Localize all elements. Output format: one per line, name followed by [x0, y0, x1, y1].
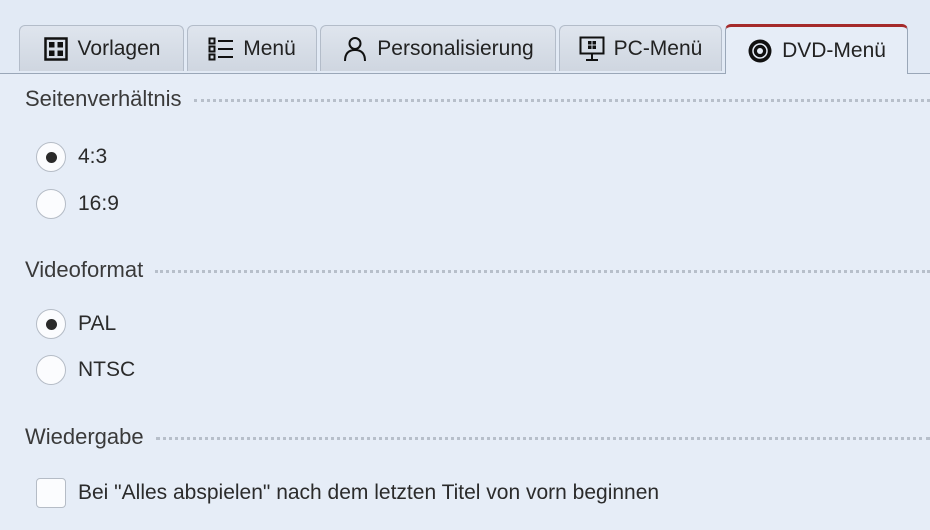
monitor-windows-icon — [579, 36, 605, 62]
tab-bar: Vorlagen Menü Personalisierung PC-Menü D… — [0, 0, 930, 74]
section-divider — [193, 98, 930, 102]
radio-button[interactable] — [36, 355, 66, 385]
section-divider — [155, 269, 930, 273]
checkbox[interactable] — [36, 478, 66, 508]
section-divider — [155, 436, 930, 440]
checkbox-loop-playback[interactable]: Bei "Alles abspielen" nach dem letzten T… — [36, 478, 659, 508]
radio-option-pal[interactable]: PAL — [36, 309, 116, 339]
radio-label: 16:9 — [78, 192, 119, 215]
radio-option-16-9[interactable]: 16:9 — [36, 189, 119, 219]
tab-label: Vorlagen — [77, 36, 161, 60]
section-videoformat: Videoformat — [25, 257, 930, 283]
radio-button[interactable] — [36, 142, 66, 172]
section-title: Seitenverhältnis — [25, 86, 182, 111]
radio-label: PAL — [78, 312, 117, 335]
radio-option-4-3[interactable]: 4:3 — [36, 142, 107, 172]
radio-label: NTSC — [78, 358, 136, 381]
tab-label: Personalisierung — [377, 36, 534, 60]
section-title: Wiedergabe — [25, 424, 144, 449]
section-aspect-ratio: Seitenverhältnis — [25, 86, 930, 112]
radio-button[interactable] — [36, 309, 66, 339]
tab-label: PC-Menü — [613, 36, 703, 60]
section-wiedergabe: Wiedergabe — [25, 424, 930, 450]
tab-dvd-menu[interactable]: DVD-Menü — [725, 24, 908, 74]
tab-label: DVD-Menü — [782, 38, 886, 62]
person-icon — [342, 36, 368, 62]
radio-button[interactable] — [36, 189, 66, 219]
radio-label: 4:3 — [78, 145, 108, 168]
tab-vorlagen[interactable]: Vorlagen — [19, 25, 184, 71]
tab-menu[interactable]: Menü — [187, 25, 317, 71]
list-icon — [208, 36, 234, 62]
tab-label: Menü — [243, 36, 296, 60]
section-title: Videoformat — [25, 257, 144, 282]
disc-icon — [747, 38, 773, 64]
checkbox-label: Bei "Alles abspielen" nach dem letzten T… — [78, 481, 660, 504]
radio-option-ntsc[interactable]: NTSC — [36, 355, 135, 385]
tab-pc-menu[interactable]: PC-Menü — [559, 25, 722, 71]
grid-icon — [43, 36, 69, 62]
tab-personalisierung[interactable]: Personalisierung — [320, 25, 556, 71]
